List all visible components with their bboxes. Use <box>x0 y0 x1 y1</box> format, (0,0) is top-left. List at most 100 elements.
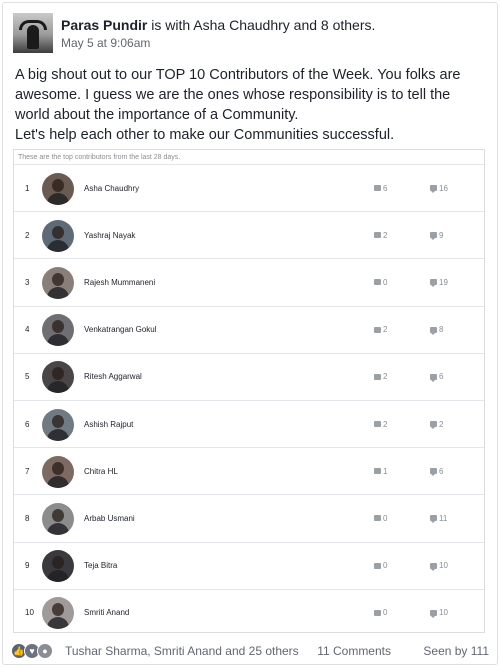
contributor-avatar[interactable] <box>42 455 74 488</box>
author-avatar[interactable] <box>13 13 53 53</box>
comments-count: 9 <box>439 230 444 240</box>
posts-count: 0 <box>383 277 388 287</box>
post-icon <box>374 279 381 286</box>
header-line: Paras Pundir is with Asha Chaudhry and 8… <box>61 17 375 33</box>
reactors-text[interactable]: Tushar Sharma, Smriti Anand and 25 other… <box>65 644 299 658</box>
wow-icon: ● <box>37 643 53 659</box>
comments-count: 19 <box>439 277 448 287</box>
contributor-rank: 8 <box>25 513 30 523</box>
contributor-avatar[interactable] <box>42 361 74 394</box>
contributor-row: 1 Asha Chaudhry 6 16 <box>14 164 484 212</box>
posts-count: 6 <box>383 183 388 193</box>
post-icon <box>374 609 381 616</box>
contributors-card: These are the top contributors from the … <box>13 149 485 633</box>
post-icon <box>374 185 381 192</box>
comments-stat: 9 <box>430 230 444 241</box>
comment-icon <box>430 421 437 430</box>
contributor-name[interactable]: Teja Bitra <box>84 561 117 570</box>
post-icon <box>374 515 381 522</box>
comments-count[interactable]: 11 Comments <box>317 644 391 658</box>
posts-stat: 0 <box>374 608 387 617</box>
contributor-rank: 3 <box>25 277 30 287</box>
contributor-name[interactable]: Rajesh Mummaneni <box>84 278 155 287</box>
card-caption: These are the top contributors from the … <box>18 154 181 161</box>
comments-stat: 2 <box>430 419 444 430</box>
comments-stat: 10 <box>430 561 448 571</box>
contributor-name[interactable]: Arbab Usmani <box>84 514 135 523</box>
contributor-avatar[interactable] <box>42 550 74 583</box>
post-body: A big shout out to our TOP 10 Contributo… <box>15 65 485 145</box>
posts-stat: 2 <box>374 372 387 381</box>
contributor-rank: 1 <box>25 183 30 193</box>
comments-stat: 6 <box>430 372 444 382</box>
contributor-row: 3 Rajesh Mummaneni 0 19 <box>14 258 484 306</box>
comments-count: 6 <box>439 372 444 382</box>
comments-count: 16 <box>439 183 448 193</box>
contributor-avatar[interactable] <box>42 219 74 252</box>
comments-stat: 19 <box>430 277 448 288</box>
post-timestamp[interactable]: May 5 at 9:06am <box>61 36 150 50</box>
post-icon <box>374 326 381 333</box>
contributor-name[interactable]: Chitra HL <box>84 467 118 476</box>
contributor-avatar[interactable] <box>42 408 74 441</box>
contributor-avatar[interactable] <box>42 502 74 535</box>
post-icon <box>374 562 381 569</box>
comments-stat: 16 <box>430 183 448 194</box>
contributor-name[interactable]: Asha Chaudhry <box>84 184 139 193</box>
contributor-name[interactable]: Ritesh Aggarwal <box>84 372 142 381</box>
post-icon <box>374 468 381 475</box>
contributor-row: 9 Teja Bitra 0 10 <box>14 541 484 590</box>
post-header: Paras Pundir is with Asha Chaudhry and 8… <box>11 13 489 57</box>
post-icon <box>374 373 381 380</box>
contributor-avatar[interactable] <box>42 314 74 347</box>
author-name[interactable]: Paras Pundir <box>61 17 147 33</box>
post-paragraph: Let's help each other to make our Commun… <box>15 127 395 143</box>
comments-count: 2 <box>439 419 444 429</box>
posts-stat: 2 <box>374 325 387 334</box>
post-card: Paras Pundir is with Asha Chaudhry and 8… <box>2 2 498 665</box>
comment-icon <box>430 185 437 194</box>
posts-stat: 2 <box>374 420 387 429</box>
posts-stat: 0 <box>374 561 387 570</box>
posts-count: 2 <box>383 419 388 429</box>
posts-stat: 2 <box>374 231 387 240</box>
contributor-rank: 10 <box>25 608 34 618</box>
posts-stat: 0 <box>374 278 387 287</box>
posts-stat: 6 <box>374 184 387 193</box>
contributor-row: 6 Ashish Rajput 2 2 <box>14 400 484 448</box>
comment-icon <box>430 515 437 524</box>
comments-stat: 6 <box>430 466 444 477</box>
contributor-row: 7 Chitra HL 1 6 <box>14 447 484 495</box>
contributor-rank: 7 <box>25 466 30 476</box>
comment-icon <box>430 373 437 382</box>
posts-count: 0 <box>383 513 388 523</box>
contributor-rank: 6 <box>25 419 30 429</box>
contributor-avatar[interactable] <box>42 266 74 299</box>
contributor-row: 4 Venkatrangan Gokul 2 8 <box>14 305 484 354</box>
reaction-icons[interactable]: 👍 ♥ ● <box>11 643 53 659</box>
contributor-name[interactable]: Yashraj Nayak <box>84 231 135 240</box>
tagged-with[interactable]: is with Asha Chaudhry and 8 others. <box>151 17 375 33</box>
comment-icon <box>430 468 437 477</box>
contributor-rank: 4 <box>25 325 30 335</box>
contributor-avatar[interactable] <box>42 172 74 205</box>
contributor-avatar[interactable] <box>42 597 74 630</box>
contributor-name[interactable]: Smriti Anand <box>84 608 129 617</box>
seen-by[interactable]: Seen by 111 <box>423 644 489 658</box>
comment-icon <box>430 609 437 618</box>
comments-count: 10 <box>439 561 448 571</box>
posts-count: 0 <box>383 561 388 571</box>
comments-stat: 8 <box>430 325 443 335</box>
posts-count: 2 <box>383 230 388 240</box>
comments-count: 11 <box>439 513 448 523</box>
contributor-name[interactable]: Ashish Rajput <box>84 420 133 429</box>
contributor-row: 5 Ritesh Aggarwal 2 6 <box>14 352 484 401</box>
comments-count: 6 <box>439 466 444 476</box>
contributor-rank: 9 <box>25 561 30 571</box>
contributor-row: 8 Arbab Usmani 0 11 <box>14 494 484 542</box>
contributor-rank: 5 <box>25 372 30 382</box>
comment-icon <box>430 279 437 288</box>
posts-count: 2 <box>383 372 388 382</box>
contributor-name[interactable]: Venkatrangan Gokul <box>84 325 157 334</box>
posts-count: 0 <box>383 608 388 618</box>
